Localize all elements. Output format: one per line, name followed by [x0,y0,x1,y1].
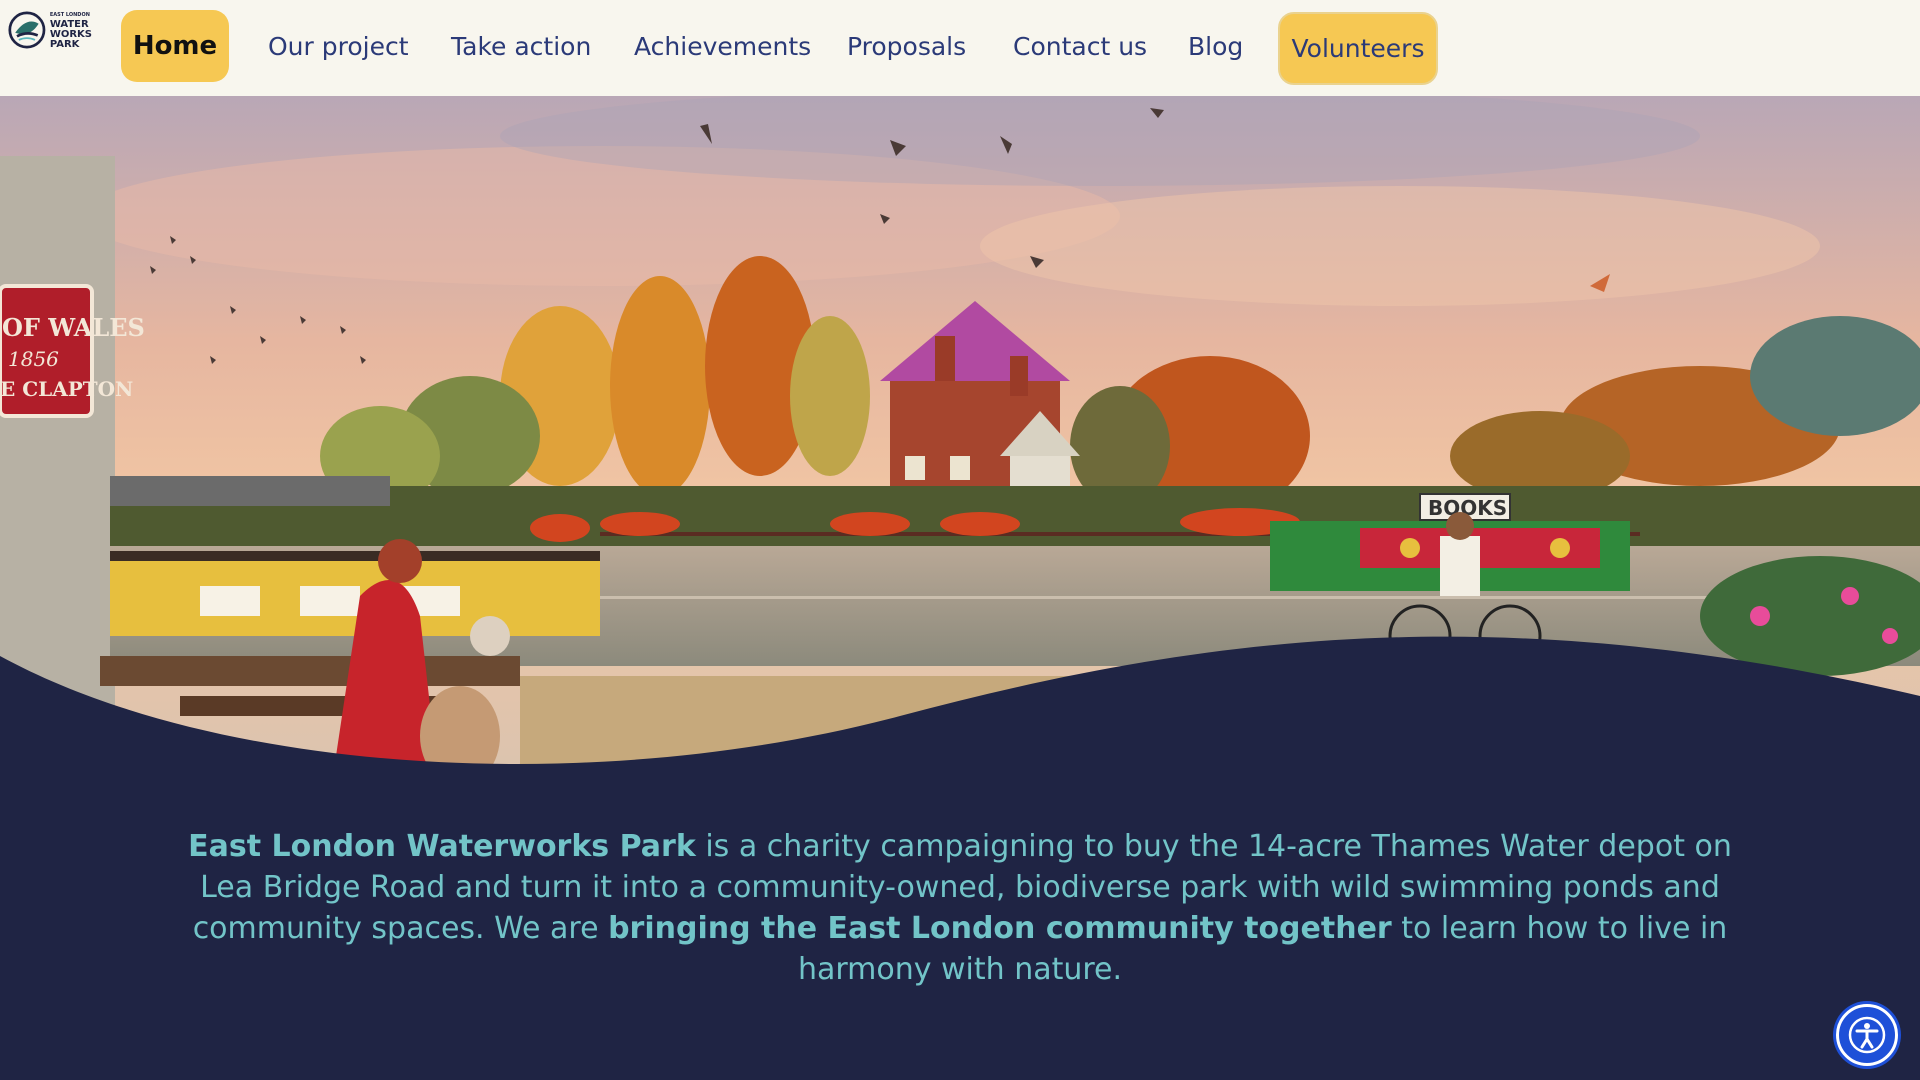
nav-our-project[interactable]: Our project [268,10,409,82]
pub-sign-line3: E CLAPTON [0,377,133,401]
site-header: EAST LONDON WATER WORKS PARK Home Our pr… [0,0,1920,96]
pub-sign-line2: 1856 [8,347,59,371]
hero-illustration: OF WALES 1856 E CLAPTON BOOKS [0,96,1920,796]
leaf-water-logo-icon [8,11,46,49]
nav-contact-us[interactable]: Contact us [1013,10,1147,82]
logo-wordmark: EAST LONDON WATER WORKS PARK [50,10,92,50]
intro-bold-community: bringing the East London community toget… [608,911,1392,946]
nav-blog[interactable]: Blog [1188,10,1243,82]
intro-paragraph: East London Waterworks Park is a charity… [170,826,1750,990]
intro-bold-org-name: East London Waterworks Park [188,829,696,864]
logo-line-park: PARK [49,39,80,50]
site-logo[interactable]: EAST LONDON WATER WORKS PARK [8,8,92,52]
accessibility-icon [1848,1016,1886,1054]
nav-volunteers[interactable]: Volunteers [1278,12,1438,85]
accessibility-button[interactable] [1836,1004,1898,1066]
park-collage-illustration: OF WALES 1856 E CLAPTON BOOKS [0,96,1920,796]
nav-home[interactable]: Home [121,10,229,82]
nav-achievements[interactable]: Achievements [634,10,811,82]
pub-sign-line1: OF WALES [2,313,145,342]
nav-proposals[interactable]: Proposals [847,10,966,82]
nav-take-action[interactable]: Take action [451,10,591,82]
